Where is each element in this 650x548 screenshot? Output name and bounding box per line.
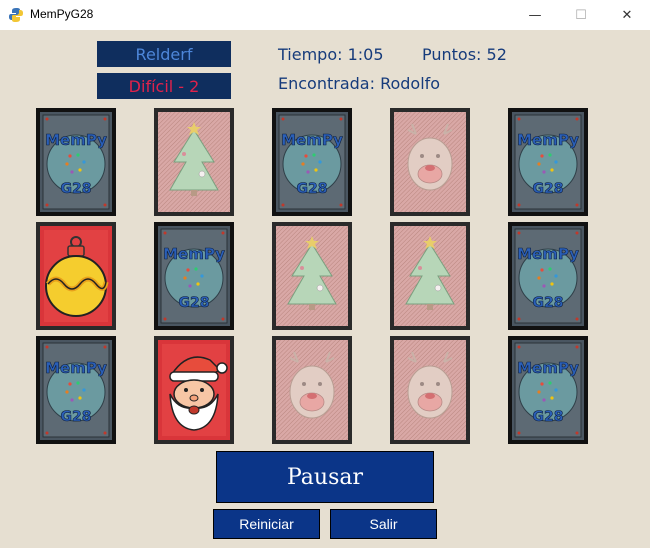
minimize-icon: — (528, 7, 542, 23)
exit-button[interactable]: Salir (330, 509, 437, 539)
card-back-image: MemPy G28 (40, 112, 112, 212)
card-reindeer-faded[interactable] (390, 108, 470, 216)
card-back-logo-top: MemPy (517, 131, 579, 149)
christmas-tree-icon (276, 226, 348, 326)
close-button[interactable]: ✕ (604, 0, 650, 30)
card-back-logo-bottom: G28 (61, 181, 92, 197)
card-reindeer-faded[interactable] (272, 336, 352, 444)
card-back-image: MemPy G28 (40, 340, 112, 440)
title-bar: MemPyG28 — ☐ ✕ (0, 0, 650, 30)
card-ornament[interactable] (36, 222, 116, 330)
card-tree-faded[interactable] (390, 222, 470, 330)
card-back-logo-bottom: G28 (533, 181, 564, 197)
christmas-tree-icon (394, 226, 466, 326)
card-back[interactable]: MemPy G28 (36, 336, 116, 444)
window-title: MemPyG28 (30, 7, 94, 21)
card-reindeer-faded[interactable] (390, 336, 470, 444)
maximize-button[interactable]: ☐ (558, 0, 604, 30)
card-back[interactable]: MemPy G28 (508, 336, 588, 444)
card-back-logo-top: MemPy (45, 131, 107, 149)
time-display: Tiempo: 1:05 (278, 45, 384, 64)
card-back-logo-top: MemPy (45, 359, 107, 377)
card-back-logo-top: MemPy (517, 245, 579, 263)
card-back-image: MemPy G28 (512, 340, 584, 440)
card-back-image: MemPy G28 (512, 112, 584, 212)
card-back[interactable]: MemPy G28 (508, 222, 588, 330)
reindeer-icon (276, 340, 348, 440)
card-back-image: MemPy G28 (158, 226, 230, 326)
close-icon: ✕ (621, 7, 633, 23)
card-back-logo-bottom: G28 (61, 409, 92, 425)
minimize-button[interactable]: — (512, 0, 558, 30)
pause-button[interactable]: Pausar (216, 451, 434, 503)
christmas-tree-icon (158, 112, 230, 212)
ornament-icon (40, 226, 112, 326)
card-back[interactable]: MemPy G28 (36, 108, 116, 216)
card-tree-faded[interactable] (272, 222, 352, 330)
maximize-icon: ☐ (575, 7, 587, 23)
reindeer-icon (394, 340, 466, 440)
card-back[interactable]: MemPy G28 (508, 108, 588, 216)
card-back[interactable]: MemPy G28 (154, 222, 234, 330)
card-back-logo-top: MemPy (517, 359, 579, 377)
card-tree-faded[interactable] (154, 108, 234, 216)
card-back-logo-bottom: G28 (533, 295, 564, 311)
card-back-logo-bottom: G28 (179, 295, 210, 311)
python-app-icon (9, 8, 23, 22)
card-back[interactable]: MemPy G28 (272, 108, 352, 216)
card-back-image: MemPy G28 (276, 112, 348, 212)
card-back-logo-bottom: G28 (297, 181, 328, 197)
card-back-image: MemPy G28 (512, 226, 584, 326)
card-back-logo-bottom: G28 (533, 409, 564, 425)
reindeer-icon (394, 112, 466, 212)
restart-button[interactable]: Reiniciar (213, 509, 320, 539)
card-santa[interactable] (154, 336, 234, 444)
points-display: Puntos: 52 (422, 45, 507, 64)
difficulty-label: Difícil - 2 (97, 73, 231, 99)
santa-icon (158, 340, 230, 440)
card-back-logo-top: MemPy (281, 131, 343, 149)
found-display: Encontrada: Rodolfo (278, 74, 441, 93)
player-name-label: Relderf (97, 41, 231, 67)
card-back-logo-top: MemPy (163, 245, 225, 263)
